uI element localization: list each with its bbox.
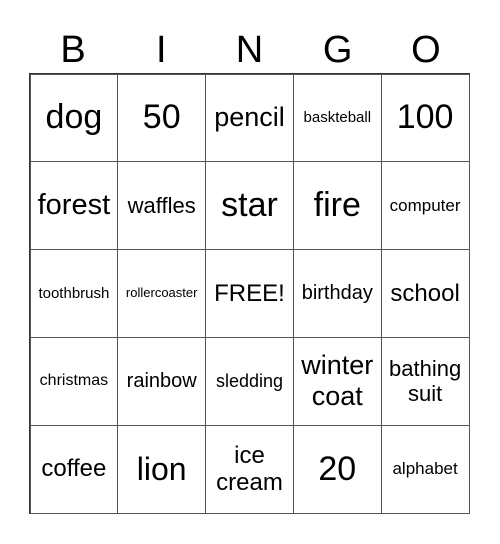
bingo-cell[interactable]: forest xyxy=(29,161,119,251)
bingo-cell[interactable]: birthday xyxy=(292,249,382,338)
bingo-cell[interactable]: ice cream xyxy=(205,424,294,514)
bingo-cell[interactable]: coffee xyxy=(29,424,119,514)
header-letter-o: O xyxy=(411,29,441,71)
bingo-cell[interactable]: star xyxy=(205,161,294,251)
bingo-cell[interactable]: school xyxy=(380,249,470,338)
bingo-cell[interactable]: bathing suit xyxy=(380,336,470,426)
bingo-cell[interactable]: winter coat xyxy=(292,336,382,426)
bingo-cell[interactable]: computer xyxy=(380,161,470,251)
bingo-cell[interactable]: dog xyxy=(29,73,119,163)
bingo-cell[interactable]: waffles xyxy=(117,161,207,251)
header-letter-i: I xyxy=(156,29,167,71)
bingo-cell[interactable]: pencil xyxy=(205,73,294,163)
bingo-cell[interactable]: sledding xyxy=(205,336,294,426)
header-letter-g: G xyxy=(322,29,353,71)
header-letter-n: N xyxy=(235,29,264,71)
bingo-cell[interactable]: rainbow xyxy=(117,336,207,426)
bingo-grid: dog 50 pencil baskteball 100 forest waff… xyxy=(29,73,470,514)
bingo-cell[interactable]: toothbrush xyxy=(29,249,119,338)
free-space[interactable]: FREE! xyxy=(205,249,294,338)
bingo-cell[interactable]: rollercoaster xyxy=(117,249,207,338)
bingo-cell[interactable]: 100 xyxy=(380,73,470,163)
bingo-cell[interactable]: 20 xyxy=(292,424,382,514)
bingo-header: B I N G O xyxy=(29,28,470,73)
bingo-cell[interactable]: christmas xyxy=(29,336,119,426)
bingo-cell[interactable]: fire xyxy=(292,161,382,251)
header-letter-b: B xyxy=(60,29,86,71)
bingo-cell[interactable]: alphabet xyxy=(380,424,470,514)
bingo-cell[interactable]: baskteball xyxy=(292,73,382,163)
bingo-cell[interactable]: lion xyxy=(117,424,207,514)
bingo-cell[interactable]: 50 xyxy=(117,73,207,163)
